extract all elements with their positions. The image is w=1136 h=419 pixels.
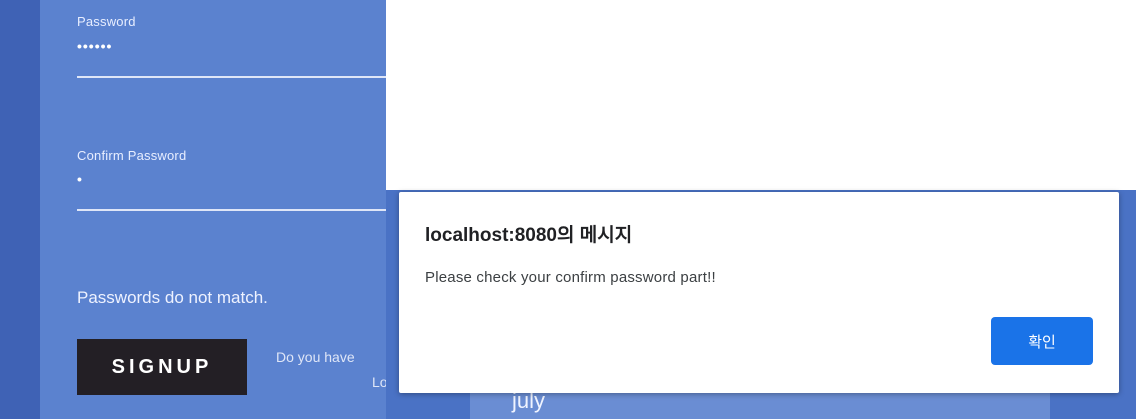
alert-dialog: localhost:8080의 메시지 Please check your co…: [399, 192, 1119, 393]
password-label: Password: [77, 14, 136, 29]
password-field[interactable]: ••••••: [77, 38, 112, 54]
confirm-password-label: Confirm Password: [77, 148, 187, 163]
signup-form-panel: Password •••••• Confirm Password • Passw…: [40, 0, 386, 419]
signup-button[interactable]: SIGNUP: [77, 339, 247, 395]
alert-title: localhost:8080의 메시지: [425, 225, 633, 246]
confirm-button[interactable]: 확인: [991, 317, 1093, 365]
alert-message: Please check your confirm password part!…: [425, 269, 716, 286]
left-edge-strip: [0, 0, 40, 419]
password-underline: [77, 76, 386, 78]
login-link[interactable]: Lo: [372, 374, 386, 390]
password-mismatch-error: Passwords do not match.: [77, 288, 268, 307]
confirm-password-underline: [77, 209, 386, 211]
confirm-password-field[interactable]: •: [77, 171, 83, 187]
have-account-text: Do you have: [276, 349, 355, 365]
